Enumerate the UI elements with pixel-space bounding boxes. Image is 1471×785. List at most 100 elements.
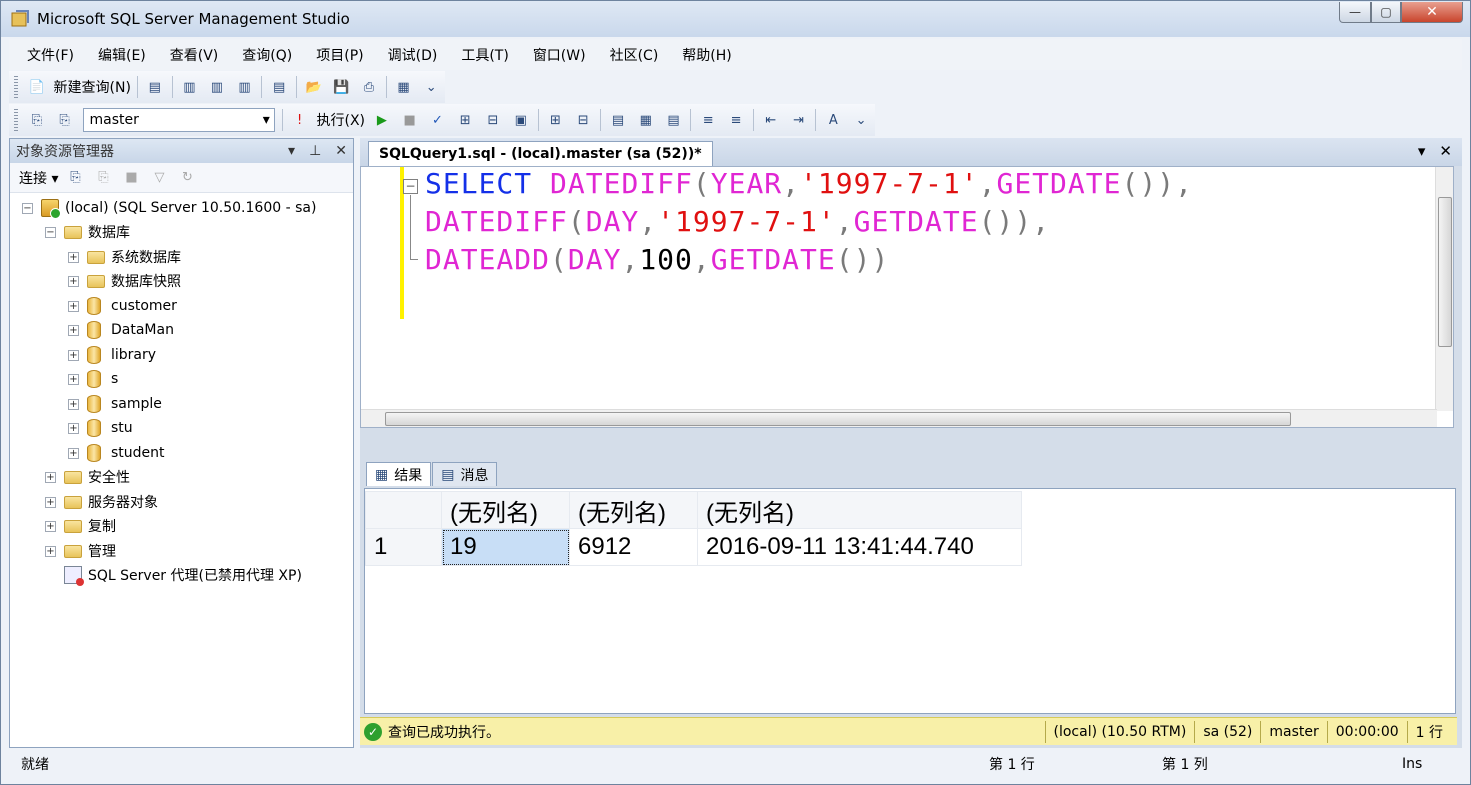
database-select[interactable]: master ▾: [82, 108, 275, 132]
menu-community[interactable]: 社区(C): [598, 45, 671, 65]
parse-check-icon[interactable]: ✓: [426, 108, 450, 132]
tree-node-databases[interactable]: − 数据库: [45, 221, 130, 243]
expand-icon[interactable]: +: [68, 422, 79, 434]
collapse-icon[interactable]: −: [22, 202, 33, 214]
pin-icon[interactable]: ⊥: [309, 143, 321, 159]
expand-icon[interactable]: +: [45, 545, 56, 557]
tree-node-server-objects[interactable]: + 服务器对象: [45, 491, 158, 513]
menu-file[interactable]: 文件(F): [15, 45, 86, 65]
tree-node-database[interactable]: + DataMan: [68, 319, 174, 341]
expand-icon[interactable]: +: [68, 447, 79, 459]
new-file-icon[interactable]: ▤: [143, 75, 167, 99]
toolbar-overflow-icon[interactable]: ⌄: [419, 75, 443, 99]
decrease-indent-icon[interactable]: ⇤: [759, 108, 783, 132]
open-folder-icon[interactable]: 📂: [302, 75, 326, 99]
row-number[interactable]: 1: [365, 528, 442, 566]
horizontal-scrollbar[interactable]: [361, 409, 1437, 427]
expand-icon[interactable]: +: [68, 300, 79, 312]
connect-dropdown-button[interactable]: 连接 ▾: [19, 168, 58, 188]
menu-tools[interactable]: 工具(T): [449, 45, 520, 65]
menu-debug[interactable]: 调试(D): [376, 45, 450, 65]
minimize-button[interactable]: —: [1339, 2, 1371, 23]
collapse-icon[interactable]: −: [45, 226, 56, 238]
close-button[interactable]: ✕: [1401, 2, 1463, 23]
intellisense-icon[interactable]: ▣: [509, 108, 533, 132]
xmla-query-icon[interactable]: ▥: [233, 75, 257, 99]
tree-node-database[interactable]: + student: [68, 442, 165, 464]
connect-icon[interactable]: ⎘: [25, 108, 49, 132]
collapse-region-icon[interactable]: −: [403, 179, 418, 194]
menu-window[interactable]: 窗口(W): [521, 45, 598, 65]
menu-help[interactable]: 帮助(H): [670, 45, 743, 65]
save-icon[interactable]: 💾: [330, 75, 354, 99]
expand-icon[interactable]: +: [45, 471, 56, 483]
expand-icon[interactable]: +: [68, 398, 79, 410]
expand-icon[interactable]: +: [68, 373, 79, 385]
horizontal-scroll-thumb[interactable]: [385, 412, 1291, 426]
results-to-text-icon[interactable]: ▤: [606, 108, 630, 132]
grid-cell-selected[interactable]: 19: [441, 528, 570, 566]
tree-node-database[interactable]: + stu: [68, 417, 133, 439]
stop-icon[interactable]: ■: [119, 166, 143, 190]
results-to-grid-icon[interactable]: ▦: [634, 108, 658, 132]
tree-node-database-snapshots[interactable]: + 数据库快照: [68, 270, 181, 292]
display-plan-icon[interactable]: ⊞: [453, 108, 477, 132]
specify-values-icon[interactable]: A: [821, 108, 845, 132]
activity-monitor-icon[interactable]: ▦: [392, 75, 416, 99]
dmx-query-icon[interactable]: ▥: [205, 75, 229, 99]
tree-node-database[interactable]: + sample: [68, 393, 162, 415]
toolbar-overflow-icon[interactable]: ⌄: [849, 108, 873, 132]
tree-node-system-databases[interactable]: + 系统数据库: [68, 246, 181, 268]
cancel-query-icon[interactable]: ■: [398, 108, 422, 132]
toolbar-grip[interactable]: [14, 76, 18, 98]
expand-icon[interactable]: +: [68, 324, 79, 336]
toolbar-grip[interactable]: [14, 109, 18, 131]
new-query-icon[interactable]: 📄: [25, 75, 49, 99]
filter-icon[interactable]: ▽: [147, 166, 171, 190]
menu-view[interactable]: 查看(V): [158, 45, 231, 65]
tab-results[interactable]: ▦ 结果: [366, 462, 432, 486]
expand-icon[interactable]: +: [45, 520, 56, 532]
tree-node-database[interactable]: + s: [68, 368, 118, 390]
tab-list-icon[interactable]: ▾: [1418, 142, 1426, 160]
close-icon[interactable]: ✕: [335, 143, 347, 159]
uncomment-icon[interactable]: ≡: [724, 108, 748, 132]
tree-node-sql-agent[interactable]: SQL Server 代理(已禁用代理 XP): [64, 564, 302, 586]
connect-server-icon[interactable]: ⎘: [63, 166, 87, 190]
refresh-icon[interactable]: ↻: [175, 166, 199, 190]
sql-editor[interactable]: − SELECT DATEDIFF(YEAR,'1997-7-1',GETDAT…: [360, 166, 1454, 428]
tab-messages[interactable]: ▤ 消息: [432, 462, 498, 486]
vertical-scroll-thumb[interactable]: [1438, 197, 1452, 347]
mdx-query-icon[interactable]: ▥: [178, 75, 202, 99]
print-icon[interactable]: ⎙: [357, 75, 381, 99]
disconnect-server-icon[interactable]: ⎘: [91, 166, 115, 190]
client-statistics-icon[interactable]: ⊟: [571, 108, 595, 132]
expand-icon[interactable]: +: [68, 251, 79, 263]
column-header[interactable]: (无列名): [569, 491, 698, 529]
row-header-corner[interactable]: [365, 491, 442, 529]
execute-icon[interactable]: !: [288, 108, 312, 132]
grid-cell[interactable]: 6912: [569, 528, 698, 566]
title-bar[interactable]: Microsoft SQL Server Management Studio —…: [1, 1, 1470, 37]
expand-icon[interactable]: +: [68, 349, 79, 361]
sql-ce-query-icon[interactable]: ▤: [267, 75, 291, 99]
tab-sqlquery1[interactable]: SQLQuery1.sql - (local).master (sa (52))…: [368, 141, 713, 166]
tree-node-security[interactable]: + 安全性: [45, 466, 130, 488]
tree-node-database[interactable]: + library: [68, 344, 156, 366]
new-query-button[interactable]: 新建查询(N): [54, 77, 131, 97]
column-header[interactable]: (无列名): [697, 491, 1022, 529]
maximize-button[interactable]: ▢: [1371, 2, 1401, 23]
comment-icon[interactable]: ≡: [696, 108, 720, 132]
expand-icon[interactable]: +: [68, 275, 79, 287]
query-designer-icon[interactable]: ⊟: [481, 108, 505, 132]
execute-button[interactable]: 执行(X): [316, 110, 365, 130]
disconnect-icon[interactable]: ⎘: [53, 108, 77, 132]
tree-node-database[interactable]: + customer: [68, 295, 177, 317]
tree-node-replication[interactable]: + 复制: [45, 515, 116, 537]
vertical-scrollbar[interactable]: [1435, 167, 1453, 411]
dropdown-icon[interactable]: ▾: [288, 143, 295, 159]
tree-node-management[interactable]: + 管理: [45, 540, 116, 562]
menu-project[interactable]: 项目(P): [304, 45, 375, 65]
menu-query[interactable]: 查询(Q): [230, 45, 304, 65]
menu-edit[interactable]: 编辑(E): [86, 45, 158, 65]
